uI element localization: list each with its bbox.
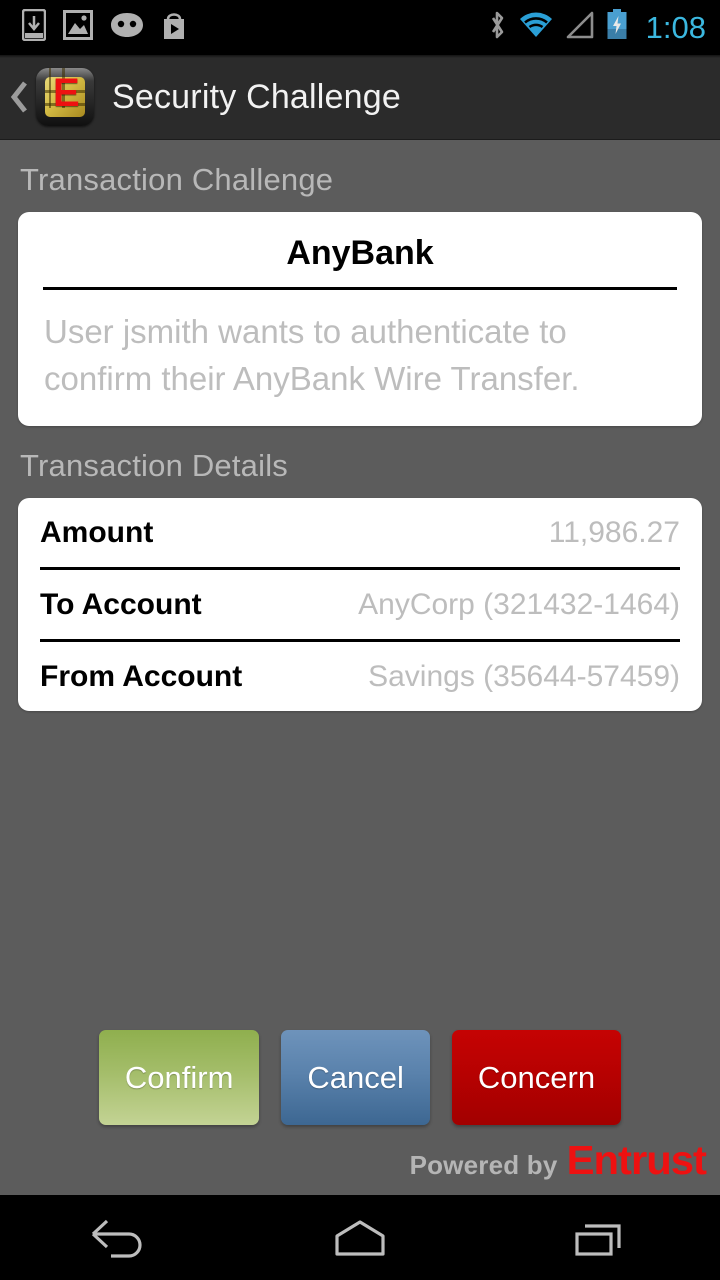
recents-nav-icon[interactable] [530, 1195, 670, 1280]
confirm-button[interactable]: Confirm [98, 1030, 260, 1125]
status-bar-system-icons: 1:08 [487, 9, 706, 46]
cellular-signal-icon [565, 11, 595, 44]
back-nav-icon[interactable] [50, 1195, 190, 1280]
cyanogenmod-icon [110, 9, 144, 43]
detail-value: AnyCorp (321432-1464) [358, 587, 680, 621]
entrust-identityguard-icon[interactable]: E [36, 68, 94, 126]
chip-contact-line-left [48, 68, 51, 108]
challenge-message: User jsmith wants to authenticate to con… [44, 313, 580, 397]
phone-screen: 1:08 E Security Challenge Transaction Ch… [0, 0, 720, 1280]
cancel-button[interactable]: Cancel [281, 1030, 430, 1125]
main-content: Transaction Challenge AnyBank User jsmit… [0, 140, 720, 711]
bank-name: AnyBank [286, 234, 434, 272]
table-row: Amount 11,986.27 [18, 498, 702, 567]
detail-label: Amount [40, 515, 154, 549]
home-nav-icon[interactable] [290, 1195, 430, 1280]
transaction-details-card: Amount 11,986.27 To Account AnyCorp (321… [18, 498, 702, 711]
play-store-icon [161, 10, 187, 45]
screenshot-image-icon [63, 10, 93, 45]
wifi-icon [518, 11, 554, 44]
concern-button[interactable]: Concern [451, 1030, 622, 1125]
detail-label: To Account [40, 587, 202, 621]
status-bar-notification-icons [21, 8, 187, 46]
action-button-row: Confirm Cancel Concern [0, 1030, 720, 1125]
status-bar-shadow [0, 55, 720, 58]
transaction-challenge-header: Transaction Challenge [20, 162, 334, 197]
detail-label: From Account [40, 659, 243, 693]
transaction-details-header: Transaction Details [20, 448, 288, 483]
challenge-card: AnyBank User jsmith wants to authenticat… [18, 212, 702, 426]
table-row: To Account AnyCorp (321432-1464) [18, 570, 702, 639]
status-bar-clock: 1:08 [645, 10, 706, 45]
download-icon [21, 8, 47, 46]
page-title: Security Challenge [112, 77, 401, 116]
detail-value: Savings (35644-57459) [368, 659, 680, 693]
table-row: From Account Savings (35644-57459) [18, 642, 702, 711]
app-icon-letter: E [53, 71, 80, 115]
detail-value: 11,986.27 [548, 515, 680, 549]
status-bar: 1:08 [0, 0, 720, 58]
battery-charging-icon [606, 9, 628, 46]
android-navigation-bar [0, 1195, 720, 1280]
powered-by-footer: Powered by Entrust [409, 1137, 707, 1183]
bluetooth-icon [487, 9, 507, 46]
transaction-details-table: Amount 11,986.27 To Account AnyCorp (321… [18, 498, 702, 711]
entrust-logo: Entrust [566, 1137, 706, 1183]
action-bar: E Security Challenge [0, 55, 720, 140]
back-chevron-icon[interactable] [6, 55, 34, 140]
powered-by-label: Powered by [409, 1150, 558, 1180]
